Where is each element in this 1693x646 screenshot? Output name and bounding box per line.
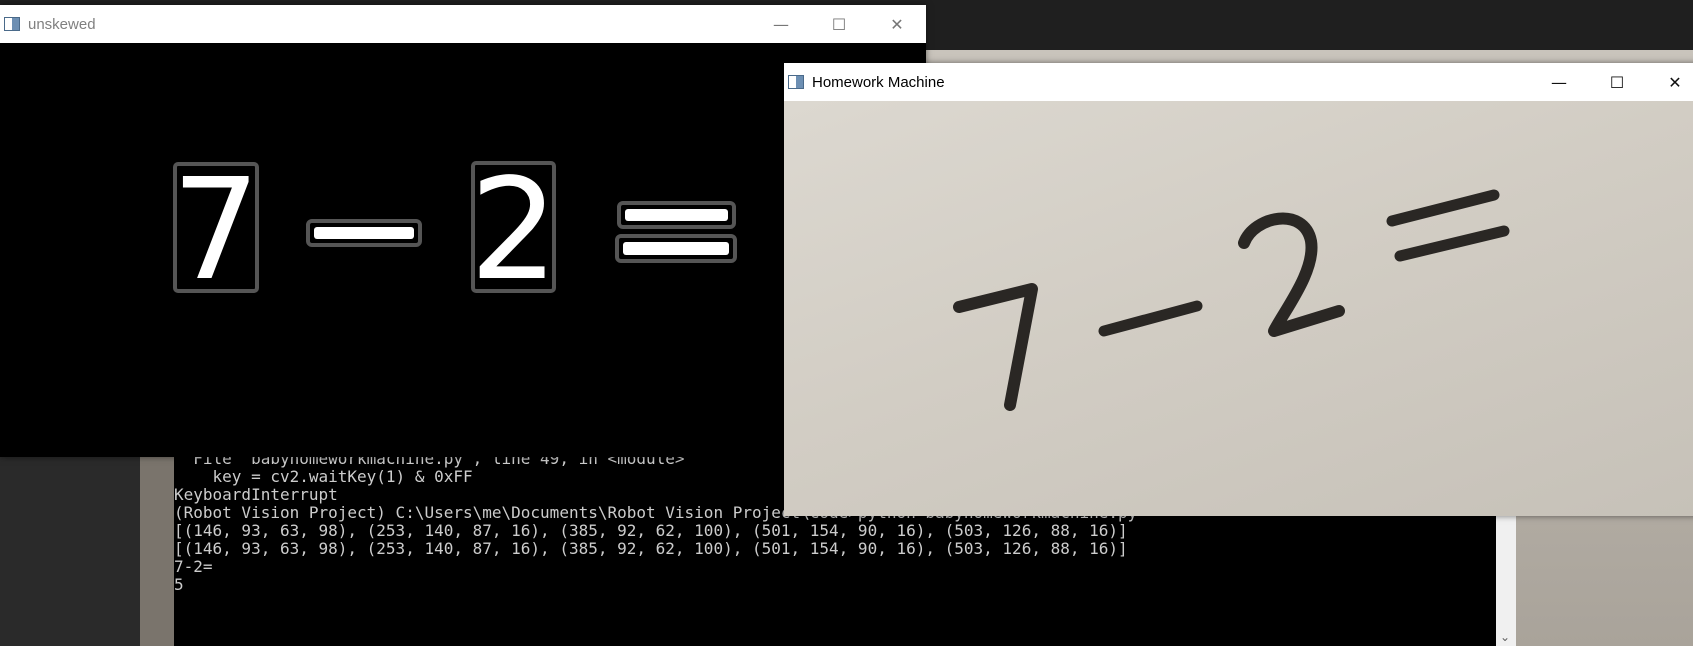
window-title: Homework Machine (812, 73, 945, 91)
equals-bottom-bar (623, 242, 729, 255)
unskewed-titlebar[interactable]: unskewed — ☐ ✕ (0, 5, 926, 44)
app-icon (4, 17, 20, 31)
console-line: [(146, 93, 63, 98), (253, 140, 87, 16), … (174, 521, 1128, 540)
camera-image (784, 101, 1693, 516)
desktop-background-left (0, 450, 140, 646)
handwritten-minus (1098, 300, 1203, 337)
digit-7: 7 (171, 149, 260, 312)
handwritten-2 (1238, 212, 1345, 337)
chevron-down-icon[interactable]: ⌄ (1500, 630, 1510, 644)
desktop-background-strip (140, 450, 174, 646)
handwritten-7 (953, 283, 1038, 411)
minimize-button[interactable]: — (752, 5, 810, 43)
app-icon (788, 75, 804, 89)
equals-top-bar (625, 209, 728, 221)
window-title: unskewed (28, 15, 96, 33)
console-line: 7-2= (174, 557, 213, 576)
console-line: 5 (174, 575, 184, 594)
close-button[interactable]: ✕ (1646, 63, 1693, 101)
close-button[interactable]: ✕ (868, 5, 926, 43)
minimize-button[interactable]: — (1530, 63, 1588, 101)
handwritten-equals-top (1386, 189, 1500, 227)
homework-machine-window[interactable]: Homework Machine — ☐ ✕ (784, 63, 1693, 516)
maximize-button[interactable]: ☐ (1588, 63, 1646, 101)
homework-titlebar[interactable]: Homework Machine — ☐ ✕ (784, 63, 1693, 102)
maximize-button[interactable]: ☐ (810, 5, 868, 43)
console-line: [(146, 93, 63, 98), (253, 140, 87, 16), … (174, 539, 1128, 558)
minus-sign (314, 227, 414, 239)
digit-2: 2 (469, 149, 558, 312)
handwritten-equals-bottom (1394, 225, 1510, 262)
